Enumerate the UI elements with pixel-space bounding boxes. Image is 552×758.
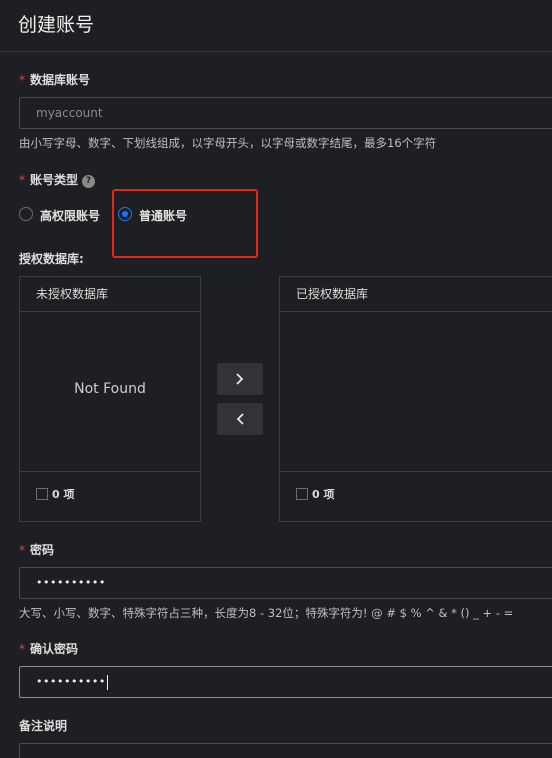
unauthorized-db-footer: 0 项 (20, 471, 200, 521)
move-left-button[interactable] (217, 403, 263, 435)
radio-high-privilege[interactable] (19, 207, 33, 221)
remark-input[interactable] (19, 743, 552, 758)
account-type-label: * 账号类型? (19, 171, 96, 188)
move-right-button[interactable] (217, 363, 263, 395)
db-account-label: * 数据库账号 (19, 73, 91, 87)
confirm-password-label: * 确认密码 (19, 642, 79, 656)
required-mark: * (19, 173, 25, 187)
highlight-annotation-box (112, 189, 258, 258)
password-hint: 大写、小写、数字、特殊字符占三种，长度为8 - 32位；特殊字符为! @ # $… (19, 606, 514, 620)
authorized-db-panel: 已授权数据库 0 项 (279, 276, 552, 522)
password-value: •••••••••• (36, 576, 106, 589)
unauthorized-db-title: 未授权数据库 (20, 277, 200, 312)
confirm-password-input[interactable]: •••••••••• (19, 666, 552, 698)
page-title: 创建账号 (18, 14, 95, 36)
radio-high-privilege-label[interactable]: 高权限账号 (40, 207, 100, 224)
authorized-db-footer: 0 项 (280, 471, 552, 521)
db-account-value: myaccount (36, 106, 103, 120)
chevron-right-icon (236, 373, 244, 385)
required-mark: * (19, 642, 25, 656)
empty-text: Not Found (74, 381, 146, 397)
unauthorized-db-panel: 未授权数据库 Not Found 0 项 (19, 276, 201, 522)
db-account-input[interactable]: myaccount (19, 97, 552, 129)
text-caret (106, 674, 108, 690)
select-all-checkbox[interactable] (296, 488, 308, 500)
chevron-left-icon (236, 413, 244, 425)
select-all-checkbox[interactable] (36, 488, 48, 500)
unauthorized-count: 0 项 (52, 488, 75, 501)
confirm-password-value: •••••••••• (36, 675, 106, 688)
authorized-db-label: 授权数据库: (19, 252, 84, 266)
authorized-db-title: 已授权数据库 (280, 277, 552, 312)
db-account-hint: 由小写字母、数字、下划线组成，以字母开头，以字母或数字结尾，最多16个字符 (19, 136, 437, 150)
help-icon[interactable]: ? (82, 175, 96, 188)
required-mark: * (19, 543, 25, 557)
password-input[interactable]: •••••••••• (19, 567, 552, 599)
authorized-count: 0 项 (312, 488, 335, 501)
remark-label: 备注说明 (19, 719, 68, 733)
password-label: * 密码 (19, 543, 55, 557)
header: 创建账号 (0, 0, 552, 52)
required-mark: * (19, 73, 25, 87)
